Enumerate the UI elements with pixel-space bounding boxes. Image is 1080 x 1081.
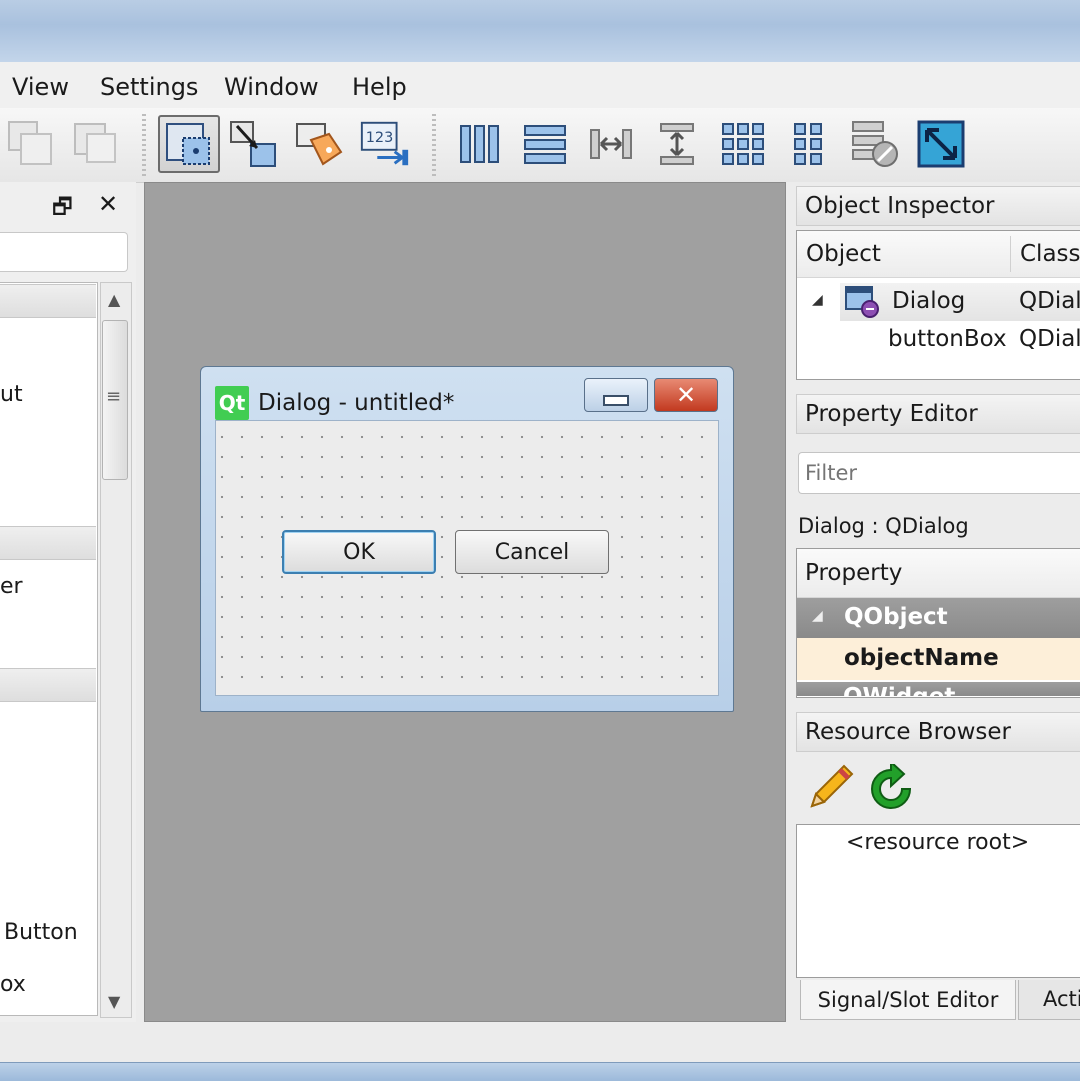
grip-icon: ≡ <box>106 386 122 407</box>
toolbar-separator <box>432 114 436 176</box>
close-icon[interactable]: ✕ <box>98 190 118 218</box>
list-item[interactable]: ut <box>0 382 23 407</box>
tree-item-dialog[interactable]: Dialog <box>892 288 965 314</box>
paste-icon[interactable] <box>68 117 122 171</box>
dialog-object-icon <box>845 286 879 318</box>
menu-settings[interactable]: Settings <box>100 72 198 102</box>
column-header-object[interactable]: Object <box>806 241 881 267</box>
tree-item-buttonbox-class: QDial <box>1019 326 1080 352</box>
layout-horizontal-icon[interactable] <box>452 117 506 171</box>
column-header-property[interactable]: Property <box>805 560 902 586</box>
object-inspector-title: Object Inspector <box>796 186 1080 226</box>
dialog-title: Dialog - untitled* <box>258 390 455 416</box>
pencil-icon[interactable] <box>804 762 856 814</box>
column-header-class[interactable]: Class <box>1020 241 1080 267</box>
property-group-qobject: QObject <box>844 604 948 630</box>
layout-vertical-splitter-icon[interactable] <box>650 117 704 171</box>
layout-form-icon[interactable] <box>782 117 836 171</box>
window-bottom-frame <box>0 1062 1080 1081</box>
edit-widgets-icon[interactable] <box>158 115 220 173</box>
layout-horizontal-splitter-icon[interactable] <box>584 117 638 171</box>
menu-view[interactable]: View <box>12 72 69 102</box>
property-context-label: Dialog : QDialog <box>798 514 969 538</box>
qt-logo: Qt <box>215 386 249 420</box>
menu-window[interactable]: Window <box>224 72 319 102</box>
reload-icon[interactable] <box>866 764 916 814</box>
list-item[interactable]: Button <box>4 920 78 945</box>
list-item[interactable]: er <box>0 574 23 599</box>
close-icon: ✕ <box>675 381 697 409</box>
menu-help[interactable]: Help <box>352 72 407 102</box>
cancel-button[interactable]: Cancel <box>455 530 609 574</box>
property-filter-input[interactable] <box>798 452 1080 494</box>
close-button[interactable]: ✕ <box>654 378 718 412</box>
tab-signal-slot-editor[interactable]: Signal/Slot Editor <box>800 980 1016 1020</box>
widget-category-header[interactable] <box>0 284 96 318</box>
window-title-bar <box>0 0 1080 63</box>
column-divider <box>1010 236 1011 272</box>
expand-arrow-icon[interactable]: ◢ <box>812 292 823 308</box>
layout-grid-icon[interactable] <box>716 117 770 171</box>
float-icon[interactable]: 🗗 <box>52 190 73 228</box>
widget-category-header[interactable] <box>0 526 96 560</box>
toolbar-separator <box>142 114 146 176</box>
edit-signals-slots-icon[interactable] <box>226 117 280 171</box>
copy-icon[interactable] <box>4 117 58 171</box>
scroll-down-icon[interactable]: ▼ <box>108 992 120 1011</box>
svg-text:123: 123 <box>366 130 394 146</box>
ok-button[interactable]: OK <box>282 530 436 574</box>
minimize-button[interactable] <box>584 378 648 412</box>
adjust-size-icon[interactable] <box>914 117 968 171</box>
property-group-row-partial[interactable]: QWidget <box>797 682 1080 696</box>
list-item[interactable]: ox <box>0 972 26 997</box>
expand-arrow-icon[interactable]: ◢ <box>812 608 823 624</box>
widget-category-header[interactable] <box>0 668 96 702</box>
edit-tab-order-icon[interactable]: 123 <box>358 117 412 171</box>
tree-item-dialog-class: QDial <box>1019 288 1080 314</box>
scroll-up-icon[interactable]: ▲ <box>108 290 120 309</box>
widget-filter-input[interactable] <box>0 232 128 272</box>
resource-root-item[interactable]: <resource root> <box>846 830 1029 855</box>
property-objectname[interactable]: objectName <box>844 645 999 671</box>
edit-buddies-icon[interactable] <box>292 117 346 171</box>
tab-action-editor[interactable]: Acti <box>1018 980 1080 1020</box>
property-group-qwidget: QWidget <box>843 684 955 696</box>
tree-item-buttonbox[interactable]: buttonBox <box>888 326 1007 352</box>
property-editor-title: Property Editor <box>796 394 1080 434</box>
resource-browser-title: Resource Browser <box>796 712 1080 752</box>
layout-vertical-icon[interactable] <box>518 117 572 171</box>
break-layout-icon[interactable] <box>848 117 902 171</box>
minimize-icon <box>603 394 629 406</box>
